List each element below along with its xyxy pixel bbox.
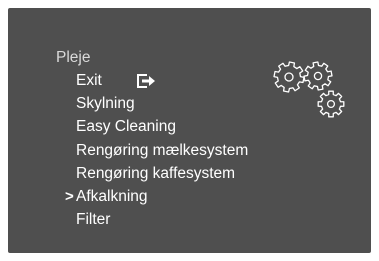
- gear-hub-icon: [284, 72, 294, 82]
- gear-icon: [273, 61, 305, 93]
- menu-item-label: Skylning: [76, 95, 135, 113]
- gear-icon: [303, 61, 333, 91]
- gears-icon: [273, 61, 345, 118]
- menu-item-label: Rengøring mælkesystem: [76, 141, 249, 159]
- menu-item-label: Exit: [76, 72, 102, 89]
- selection-cursor: >: [65, 187, 74, 205]
- menu-item-label: Filter: [76, 211, 111, 229]
- gear-icon: [317, 90, 345, 118]
- gear-hub-icon: [326, 99, 336, 109]
- menu-item-label: Rengøring kaffesystem: [76, 164, 236, 182]
- gear-hub-icon: [313, 71, 323, 81]
- exit-arrow-icon: [137, 74, 155, 88]
- menu-item-label: Afkalkning: [76, 187, 148, 205]
- menu-title: Pleje: [56, 49, 91, 66]
- display-screen: Pleje Exit Skylning Easy Cleaning Rengør…: [8, 8, 371, 253]
- menu-item-label: Easy Cleaning: [76, 118, 176, 136]
